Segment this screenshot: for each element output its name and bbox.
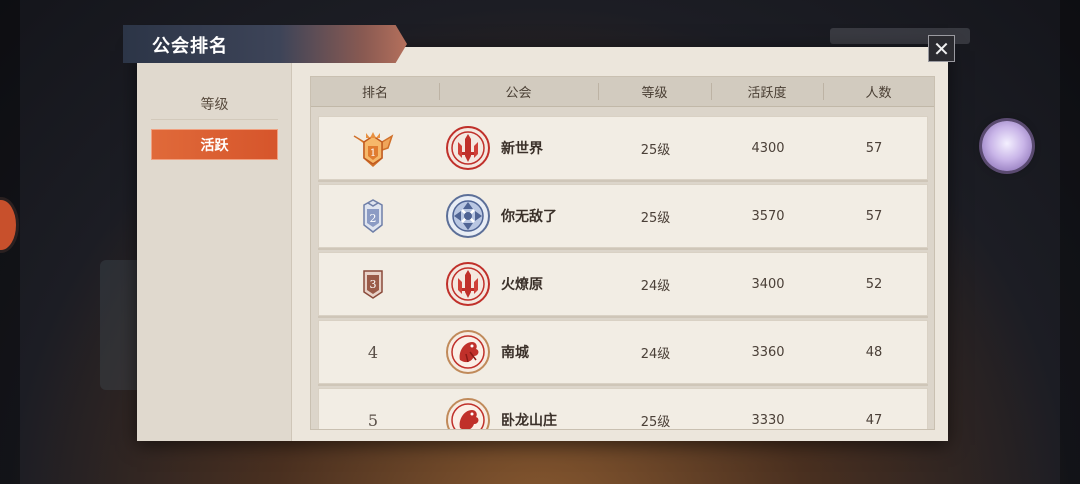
ranking-table[interactable]: 排名 公会 等级 活跃度 人数 1 新世界 25级 4300 57 2 你无敌了… [310,76,935,430]
level-cell: 25级 [640,142,671,158]
members-cell: 47 [865,412,883,428]
page-title: 公会排名 [152,36,228,57]
activity-cell: 3570 [751,208,785,224]
guild-name: 卧龙山庄 [501,413,557,429]
guild-name: 你无敌了 [501,209,557,225]
table-row[interactable]: 3 火燎原 24级 3400 52 [318,252,928,316]
title-banner: 公会排名 [123,25,407,63]
activity-cell: 3400 [751,276,785,292]
close-icon: ✕ [933,36,950,61]
column-header-members: 人数 [823,77,934,106]
level-cell: 25级 [640,414,671,430]
guild-name: 新世界 [501,141,543,157]
rank-number-text: 3 [370,278,377,291]
table-row[interactable]: 4 南城 24级 3360 48 [318,320,928,384]
silver-rank-badge-icon: 2 [363,199,383,233]
table-row[interactable]: 1 新世界 25级 4300 57 [318,116,928,180]
tab-activity[interactable]: 活跃 [151,129,278,160]
blue-crest-emblem-icon [446,194,490,238]
activity-cell: 3360 [751,344,785,360]
rank-cell: 2 [319,185,427,247]
gold-rank-badge-icon: 1 [353,132,394,168]
bronze-rank-badge-icon: 3 [363,270,383,299]
members-cell: 52 [865,276,883,292]
dragon-emblem-icon [446,330,490,374]
sword-emblem-icon [446,126,490,170]
activity-cell: 4300 [751,140,785,156]
column-header-guild: 公会 [439,77,598,106]
dragon-emblem-icon [446,398,490,429]
column-header-level: 等级 [598,77,711,106]
guild-name: 南城 [501,345,529,361]
table-header: 排名 公会 等级 活跃度 人数 [311,77,934,107]
tab-level[interactable]: 等级 [151,88,278,120]
avatar[interactable] [982,121,1032,171]
members-cell: 57 [865,140,883,156]
activity-cell: 3330 [751,412,785,428]
sidebar: 等级 活跃 [137,62,292,441]
guild-ranking-panel: 等级 活跃 排名 公会 等级 活跃度 人数 1 新世界 25级 4300 57 … [137,47,948,441]
rank-cell: 1 [319,117,427,179]
level-cell: 25级 [640,210,671,226]
level-cell: 24级 [640,346,671,362]
column-header-activity: 活跃度 [711,77,823,106]
level-cell: 24级 [640,278,671,294]
members-cell: 57 [865,208,883,224]
rank-cell: 3 [319,253,427,315]
guild-name: 火燎原 [501,277,543,293]
rank-cell: 5 [367,410,379,430]
column-header-rank: 排名 [361,86,388,101]
rank-number-text: 1 [370,148,376,159]
close-button[interactable]: ✕ [928,35,955,62]
table-row[interactable]: 5 卧龙山庄 25级 3330 47 [318,388,928,430]
members-cell: 48 [865,344,883,360]
table-row[interactable]: 2 你无敌了 25级 3570 57 [318,184,928,248]
sword-emblem-icon [446,262,490,306]
rank-cell: 4 [367,342,379,362]
rank-number-text: 2 [370,212,377,225]
